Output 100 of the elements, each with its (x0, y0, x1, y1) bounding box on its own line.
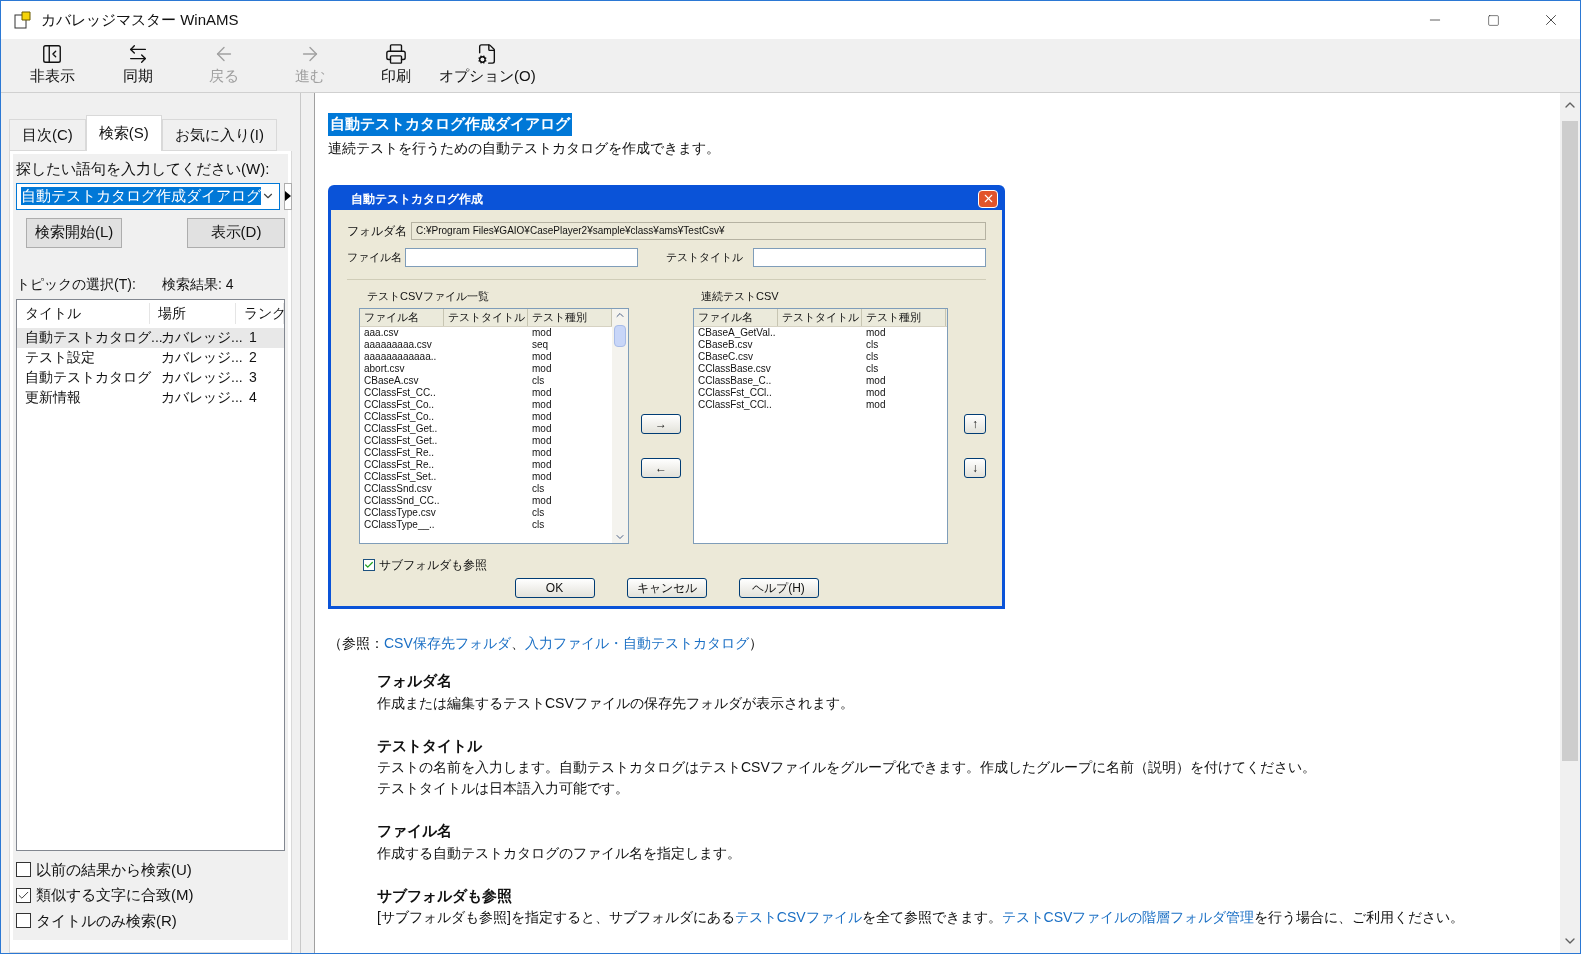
file-name: aaa.csv (363, 327, 400, 339)
file-name-field[interactable] (405, 247, 638, 267)
file-name: CBaseA.csv (363, 375, 420, 387)
test-type: mod (531, 435, 552, 447)
splitter[interactable] (301, 93, 315, 953)
scroll-bar[interactable] (612, 309, 628, 543)
topics-label: トピックの選択(T): (16, 274, 137, 294)
checkbox-label: 類似する文字に合致(M) (36, 885, 194, 905)
test-type: mod (531, 447, 552, 459)
file-name: aaaaaaaaa.csv (363, 339, 433, 351)
checkbox[interactable] (16, 913, 31, 929)
file-list[interactable]: ファイル名 テストタイトル テスト種別 CBaseA_GetVal.. mod CBaseB.csv cls CBaseC.csv cls CClassBase.csv cls CClassBase_C.. mod CClassFst_CCl.. mod CClassFst_CCl.. mod (693, 308, 948, 544)
file-name: CClassSnd_CC.. (363, 495, 441, 507)
test-type: mod (531, 459, 552, 471)
link[interactable]: テストCSVファイルの階層フォルダ管理 (1001, 909, 1255, 925)
file-name: CClassSnd.csv (363, 483, 433, 495)
column-header[interactable]: テストタイトル (778, 309, 862, 326)
test-type: seq (531, 339, 549, 351)
checkbox-label: サブフォルダも参照 (379, 557, 487, 574)
test-type: mod (531, 471, 552, 483)
search-start-button[interactable]: 検索開始(L) (26, 217, 123, 248)
file-name: CClassBase.csv (697, 363, 772, 375)
file-name: CClassFst_Get.. (363, 435, 439, 447)
move-down-button[interactable]: ↓ (964, 457, 986, 478)
move-up-button[interactable]: ↑ (964, 413, 986, 434)
section-text: 作成する自動テストカタログのファイル名を指定します。 (377, 843, 742, 863)
folder-field: C:¥Program Files¥GAIO¥CasePlayer2¥sample¥class¥ams¥TestCsv¥ (411, 221, 986, 240)
checkbox-label: タイトルのみ検索(R) (36, 910, 177, 931)
section-text: テストタイトルは日本語入力可能です。 (377, 779, 630, 798)
file-name: CClassType__.. (363, 519, 436, 531)
section-text: 作成または編集するテストCSVファイルの保存先フォルダが表示されます。 (377, 693, 855, 713)
file-name: CClassFst_Get.. (363, 423, 439, 435)
maximize-icon[interactable] (1486, 13, 1500, 27)
column-header[interactable]: タイトル (17, 303, 150, 324)
link[interactable]: CSV保存先フォルダ (384, 635, 511, 651)
column-header[interactable]: ファイル名 (694, 309, 778, 326)
checkbox[interactable] (16, 887, 31, 903)
list-label: テストCSVファイル一覧 (367, 288, 490, 304)
checkbox-label: 以前の結果から検索(U) (36, 859, 192, 880)
file-name: CClassType.csv (363, 507, 437, 519)
file-list[interactable] (359, 308, 629, 544)
remove-button[interactable]: ← (641, 457, 681, 478)
file-name: CClassFst_Set.. (363, 471, 438, 483)
intro-text: 連続テストを行うための自動テストカタログを作成できます。 (328, 138, 721, 158)
checkbox[interactable] (363, 559, 375, 571)
file-name: CBaseB.csv (697, 339, 754, 351)
file-name: CBaseA_GetVal.. (697, 327, 777, 339)
tab[interactable]: お気に入り(I) (161, 119, 277, 151)
test-type: mod (865, 327, 886, 339)
link[interactable]: 入力ファイル・自動テストカタログ (524, 635, 749, 651)
column-header[interactable]: ファイル名 (360, 309, 444, 326)
tab[interactable]: 検索(S) (85, 115, 162, 151)
search-field[interactable]: 自動テストカタログ作成ダイアログ (16, 182, 280, 210)
topic-row[interactable]: テスト設定 カバレッジ... 2 (17, 347, 284, 368)
result-count: 検索結果: 4 (162, 274, 234, 294)
display-button[interactable]: 表示(D) (187, 217, 285, 248)
file-name: CClassFst_Re.. (363, 447, 435, 459)
topic-row[interactable]: 更新情報 カバレッジ... 4 (17, 387, 284, 408)
list-label: 連続テストCSV (701, 288, 780, 304)
field-label: ファイル名 (347, 249, 401, 265)
column-header[interactable]: テスト種別 (862, 309, 946, 326)
test-type: mod (531, 351, 552, 363)
test-type: cls (531, 519, 545, 531)
add-button[interactable]: → (641, 413, 681, 434)
toolbar-button[interactable]: オプション(O) (439, 43, 536, 88)
checkbox[interactable] (16, 862, 31, 878)
test-type: mod (531, 363, 552, 375)
panel-icon (41, 43, 63, 66)
section-heading: ファイル名 (377, 821, 453, 841)
printer-icon (385, 43, 407, 66)
file-name: aaaaaaaaaaaa.. (363, 351, 438, 363)
field-label: テストタイトル (665, 249, 744, 265)
field-label: フォルダ名 (347, 222, 407, 240)
play-button[interactable] (284, 182, 292, 210)
column-header[interactable]: ランク (236, 303, 284, 324)
column-header[interactable]: テストタイトル (444, 309, 528, 326)
test-type: cls (531, 375, 545, 387)
dialog-button[interactable]: OK (514, 578, 595, 598)
topic-row[interactable]: 自動テストカタログ カバレッジ... 3 (17, 367, 284, 388)
topic-row[interactable]: 自動テストカタログ...カバレッジ... 1 (17, 327, 284, 348)
test-title-field[interactable] (753, 247, 986, 267)
file-name: CClassBase_C.. (697, 375, 773, 387)
test-type: cls (531, 507, 545, 519)
dialog-button[interactable]: ヘルプ(H) (738, 578, 819, 598)
file-name: CClassFst_CCl.. (697, 387, 773, 399)
column-header[interactable]: 場所 (149, 303, 236, 324)
section-heading: フォルダ名 (377, 671, 453, 691)
test-type: mod (531, 327, 552, 339)
topic-list[interactable]: タイトル 場所 ランク 自動テストカタログ...カバレッジ... 1 テスト設定 カバレッジ... 2 自動テストカタログ カバレッジ... 3 更新情報 カバレッジ... 4 (16, 298, 285, 851)
file-name: CClassFst_Co.. (363, 411, 435, 423)
dialog-button[interactable]: キャンセル (626, 578, 707, 598)
tab[interactable]: 目次(C) (9, 119, 86, 151)
scroll-thumb[interactable] (1562, 121, 1578, 761)
scroll-thumb[interactable] (614, 325, 626, 347)
toolbar-button[interactable]: 非表示 (9, 43, 95, 88)
link[interactable]: テストCSVファイル (734, 909, 862, 925)
section-heading: サブフォルダも参照 (377, 885, 513, 906)
toolbar-button[interactable]: 同期 (95, 43, 181, 88)
scroll-bar[interactable] (1560, 93, 1580, 953)
toolbar-button[interactable]: 印刷 (353, 43, 439, 88)
